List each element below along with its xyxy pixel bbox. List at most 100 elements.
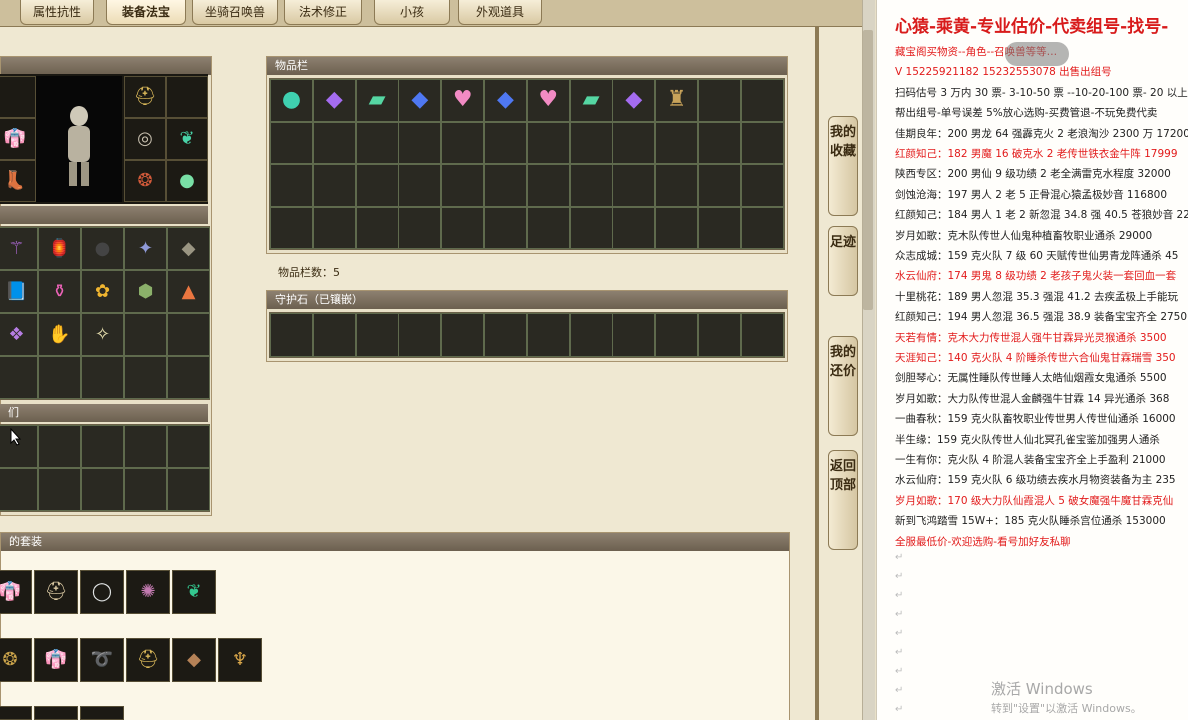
inventory-slot[interactable]: ◆ <box>398 79 442 122</box>
inventory-slot[interactable] <box>612 206 656 249</box>
scrollbar-thumb[interactable] <box>863 30 873 310</box>
suit-item[interactable]: ✺ <box>126 570 170 614</box>
inventory-slot[interactable] <box>441 164 485 207</box>
inventory-slot[interactable] <box>655 164 699 207</box>
suit-item[interactable]: ➰ <box>80 638 124 682</box>
guard-stone-slot[interactable] <box>526 313 570 357</box>
treasure-slot[interactable] <box>124 313 167 356</box>
inventory-slot[interactable] <box>270 121 313 164</box>
gear-slot[interactable] <box>0 76 36 118</box>
gear-slot[interactable]: 👢 <box>0 160 36 202</box>
suit-item[interactable]: 👘 <box>34 638 78 682</box>
inventory-slot[interactable] <box>355 164 399 207</box>
guard-stone-slot[interactable] <box>398 313 442 357</box>
inventory-slot[interactable]: ● <box>270 79 313 122</box>
gear-slot[interactable]: 👘 <box>0 118 36 160</box>
grid-slot[interactable] <box>124 425 167 468</box>
treasure-slot[interactable] <box>167 313 210 356</box>
inventory-slot[interactable] <box>355 206 399 249</box>
treasure-slot[interactable]: ✧ <box>81 313 124 356</box>
inventory-slot[interactable] <box>655 121 699 164</box>
guard-stone-slot[interactable] <box>484 313 527 357</box>
tab-attributes[interactable]: 属性抗性 <box>20 0 94 25</box>
inventory-slot[interactable] <box>312 206 356 249</box>
inventory-slot[interactable] <box>441 206 485 249</box>
inventory-slot[interactable] <box>698 206 741 249</box>
gear-slot-ring[interactable]: ◎ <box>124 118 166 160</box>
inventory-slot[interactable] <box>569 164 613 207</box>
suit-item[interactable]: ❂ <box>0 638 32 682</box>
treasure-slot[interactable]: ❖ <box>0 313 38 356</box>
grid-slot[interactable] <box>81 468 124 511</box>
treasure-slot[interactable]: ⬢ <box>124 270 167 313</box>
guard-stone-slot[interactable] <box>270 313 313 357</box>
grid-slot[interactable] <box>81 425 124 468</box>
treasure-slot[interactable] <box>124 356 167 399</box>
inventory-slot[interactable] <box>612 164 656 207</box>
my-bargain-button[interactable]: 我的还价 <box>828 336 858 436</box>
gear-slot[interactable] <box>166 76 208 118</box>
grid-slot[interactable] <box>38 468 81 511</box>
treasure-slot[interactable]: ▲ <box>167 270 210 313</box>
inventory-slot[interactable] <box>398 164 442 207</box>
guard-stone-slot[interactable] <box>355 313 399 357</box>
gear-slot-weapon[interactable]: ❦ <box>166 118 208 160</box>
grid-slot[interactable] <box>167 425 210 468</box>
tab-spells[interactable]: 法术修正 <box>284 0 362 25</box>
inventory-slot[interactable]: ▰ <box>569 79 613 122</box>
treasure-slot[interactable] <box>81 356 124 399</box>
inventory-slot[interactable]: ◆ <box>312 79 356 122</box>
inventory-slot[interactable] <box>526 121 570 164</box>
suit-item[interactable]: ◆ <box>172 638 216 682</box>
inventory-slot[interactable] <box>698 79 741 122</box>
suit-item[interactable] <box>80 706 124 720</box>
inventory-slot[interactable] <box>526 164 570 207</box>
treasure-slot[interactable]: 🏮 <box>38 227 81 270</box>
gear-slot-helmet[interactable]: ⛑ <box>124 76 166 118</box>
guard-stone-slot[interactable] <box>569 313 613 357</box>
treasure-slot[interactable]: ⚱ <box>38 270 81 313</box>
suit-item[interactable]: ⛑ <box>34 570 78 614</box>
grid-slot[interactable] <box>167 468 210 511</box>
inventory-slot[interactable] <box>484 164 527 207</box>
inventory-slot[interactable] <box>569 206 613 249</box>
grid-slot[interactable] <box>124 468 167 511</box>
suit-item[interactable] <box>34 706 78 720</box>
my-favorites-button[interactable]: 我的收藏 <box>828 116 858 216</box>
suit-item[interactable]: ◯ <box>80 570 124 614</box>
treasure-slot[interactable]: ⚚ <box>0 227 38 270</box>
grid-slot[interactable] <box>38 425 81 468</box>
inventory-slot[interactable] <box>740 79 784 122</box>
treasure-slot[interactable]: ● <box>81 227 124 270</box>
back-to-top-button[interactable]: 返回顶部 <box>828 450 858 550</box>
suit-item[interactable]: ❦ <box>172 570 216 614</box>
inventory-slot[interactable] <box>740 206 784 249</box>
treasure-slot[interactable]: ✿ <box>81 270 124 313</box>
tab-child[interactable]: 小孩 <box>374 0 450 25</box>
inventory-slot[interactable] <box>398 206 442 249</box>
guard-stone-slot[interactable] <box>698 313 741 357</box>
treasure-slot[interactable] <box>167 356 210 399</box>
inventory-slot[interactable] <box>484 121 527 164</box>
inventory-slot[interactable] <box>526 206 570 249</box>
inventory-slot[interactable]: ▰ <box>355 79 399 122</box>
inventory-slot[interactable] <box>270 206 313 249</box>
inventory-slot[interactable]: ♜ <box>655 79 699 122</box>
treasure-slot[interactable] <box>38 356 81 399</box>
guard-stone-slot[interactable] <box>612 313 656 357</box>
treasure-slot[interactable]: ✦ <box>124 227 167 270</box>
inventory-slot[interactable] <box>569 121 613 164</box>
tab-mounts[interactable]: 坐骑召唤兽 <box>192 0 278 25</box>
tab-equipment[interactable]: 装备法宝 <box>106 0 186 25</box>
tab-appearance[interactable]: 外观道具 <box>458 0 542 25</box>
inventory-slot[interactable]: ♥ <box>526 79 570 122</box>
inventory-slot[interactable]: ◆ <box>612 79 656 122</box>
inventory-slot[interactable]: ♥ <box>441 79 485 122</box>
suit-item[interactable] <box>0 706 32 720</box>
inventory-slot[interactable] <box>355 121 399 164</box>
suit-item[interactable]: 👘 <box>0 570 32 614</box>
inventory-slot[interactable] <box>655 206 699 249</box>
footprint-button[interactable]: 足迹 <box>828 226 858 296</box>
inventory-slot[interactable] <box>312 121 356 164</box>
treasure-slot[interactable] <box>0 356 38 399</box>
